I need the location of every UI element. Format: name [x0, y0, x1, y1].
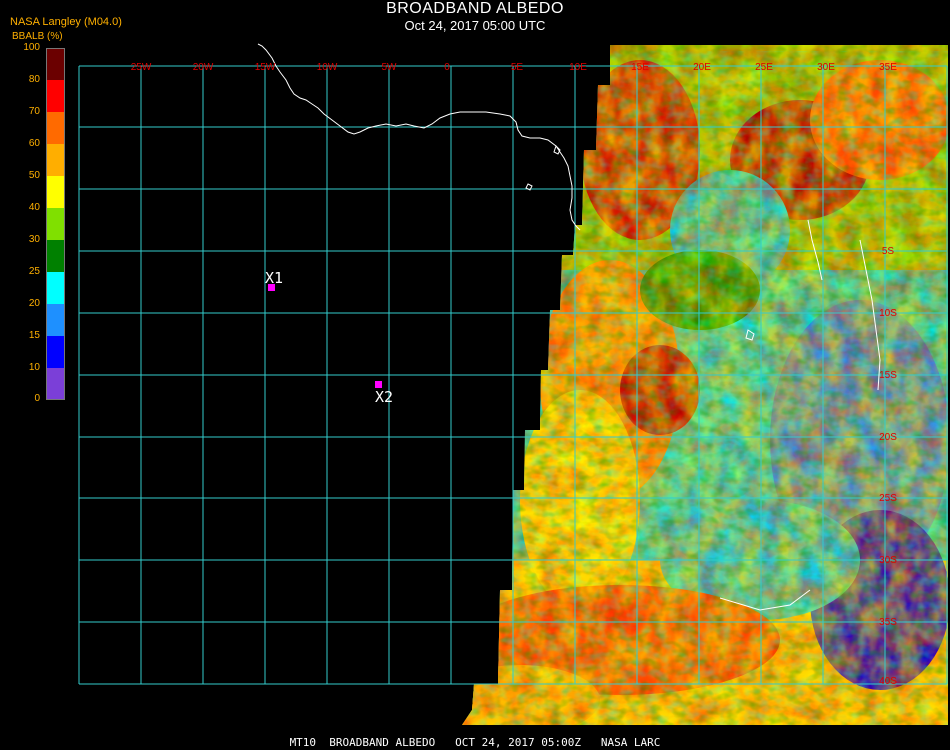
lat-label-5s: 5S	[882, 246, 895, 257]
marker-x1-label: X1	[265, 269, 283, 287]
lat-label-40s: 40S	[879, 676, 897, 687]
legend-swatch-20-25	[47, 272, 64, 304]
legend-tick-25: 25	[28, 266, 40, 277]
legend-tick-70: 70	[28, 106, 40, 117]
legend-swatch-60-70	[47, 112, 64, 144]
legend-tick-50: 50	[28, 170, 40, 181]
lon-label-0: 0	[444, 62, 450, 73]
albedo-map: 25W 20W 15W 10W 5W 0 5E 10E 15E 20E 25E …	[78, 43, 948, 725]
marker-x2-dot[interactable]	[375, 381, 382, 388]
legend-title: BBALB (%)	[12, 31, 63, 42]
lon-label-20e: 20E	[693, 62, 711, 73]
lon-label-10w: 10W	[317, 62, 338, 73]
marker-x2-label: X2	[375, 388, 393, 406]
image-caption-footer: MT10 BROADBAND ALBEDO OCT 24, 2017 05:00…	[289, 736, 661, 749]
lon-label-35e: 35E	[879, 62, 897, 73]
legend-tick-100: 100	[23, 42, 40, 53]
legend-tick-80: 80	[28, 74, 40, 85]
producer-label: NASA Langley (M04.0)	[10, 16, 122, 28]
lat-label-15s: 15S	[879, 370, 897, 381]
albedo-data-field	[462, 45, 948, 725]
legend-swatch-15-20	[47, 304, 64, 336]
legend-tick-20: 20	[28, 298, 40, 309]
legend-swatch-40-50	[47, 176, 64, 208]
lon-label-15w: 15W	[255, 62, 276, 73]
lon-label-20w: 20W	[193, 62, 214, 73]
lon-label-30e: 30E	[817, 62, 835, 73]
legend-tick-15: 15	[28, 330, 40, 341]
lat-label-20s: 20S	[879, 432, 897, 443]
legend-tick-30: 30	[28, 234, 40, 245]
satellite-map-page: 25W 20W 15W 10W 5W 0 5E 10E 15E 20E 25E …	[0, 0, 950, 750]
lon-label-10e: 10E	[569, 62, 587, 73]
legend-tick-10: 10	[28, 362, 40, 373]
lat-label-35s: 35S	[879, 617, 897, 628]
lon-label-25w: 25W	[131, 62, 152, 73]
legend-tick-40: 40	[28, 202, 40, 213]
lon-label-5w: 5W	[382, 62, 398, 73]
lat-label-30s: 30S	[879, 555, 897, 566]
legend-swatch-80-100	[47, 49, 64, 80]
map-timestamp: Oct 24, 2017 05:00 UTC	[404, 18, 546, 33]
lon-label-25e: 25E	[755, 62, 773, 73]
lon-label-5e: 5E	[511, 62, 524, 73]
lat-label-10s: 10S	[879, 308, 897, 319]
map-title: BROADBAND ALBEDO	[386, 0, 564, 17]
legend-swatch-25-30	[47, 240, 64, 272]
legend-tick-60: 60	[28, 138, 40, 149]
coastline	[257, 43, 581, 231]
legend-swatch-50-60	[47, 144, 64, 176]
lon-label-15e: 15E	[631, 62, 649, 73]
color-scale-bar	[46, 48, 65, 400]
legend-swatch-30-40	[47, 208, 64, 240]
legend-swatch-0-10	[47, 368, 64, 399]
legend-swatch-70-80	[47, 80, 64, 112]
marker-x1[interactable]: X1	[265, 269, 283, 291]
lat-label-25s: 25S	[879, 493, 897, 504]
marker-x2[interactable]: X2	[375, 381, 393, 406]
legend-tick-0: 0	[34, 393, 40, 404]
legend-swatch-10-15	[47, 336, 64, 368]
